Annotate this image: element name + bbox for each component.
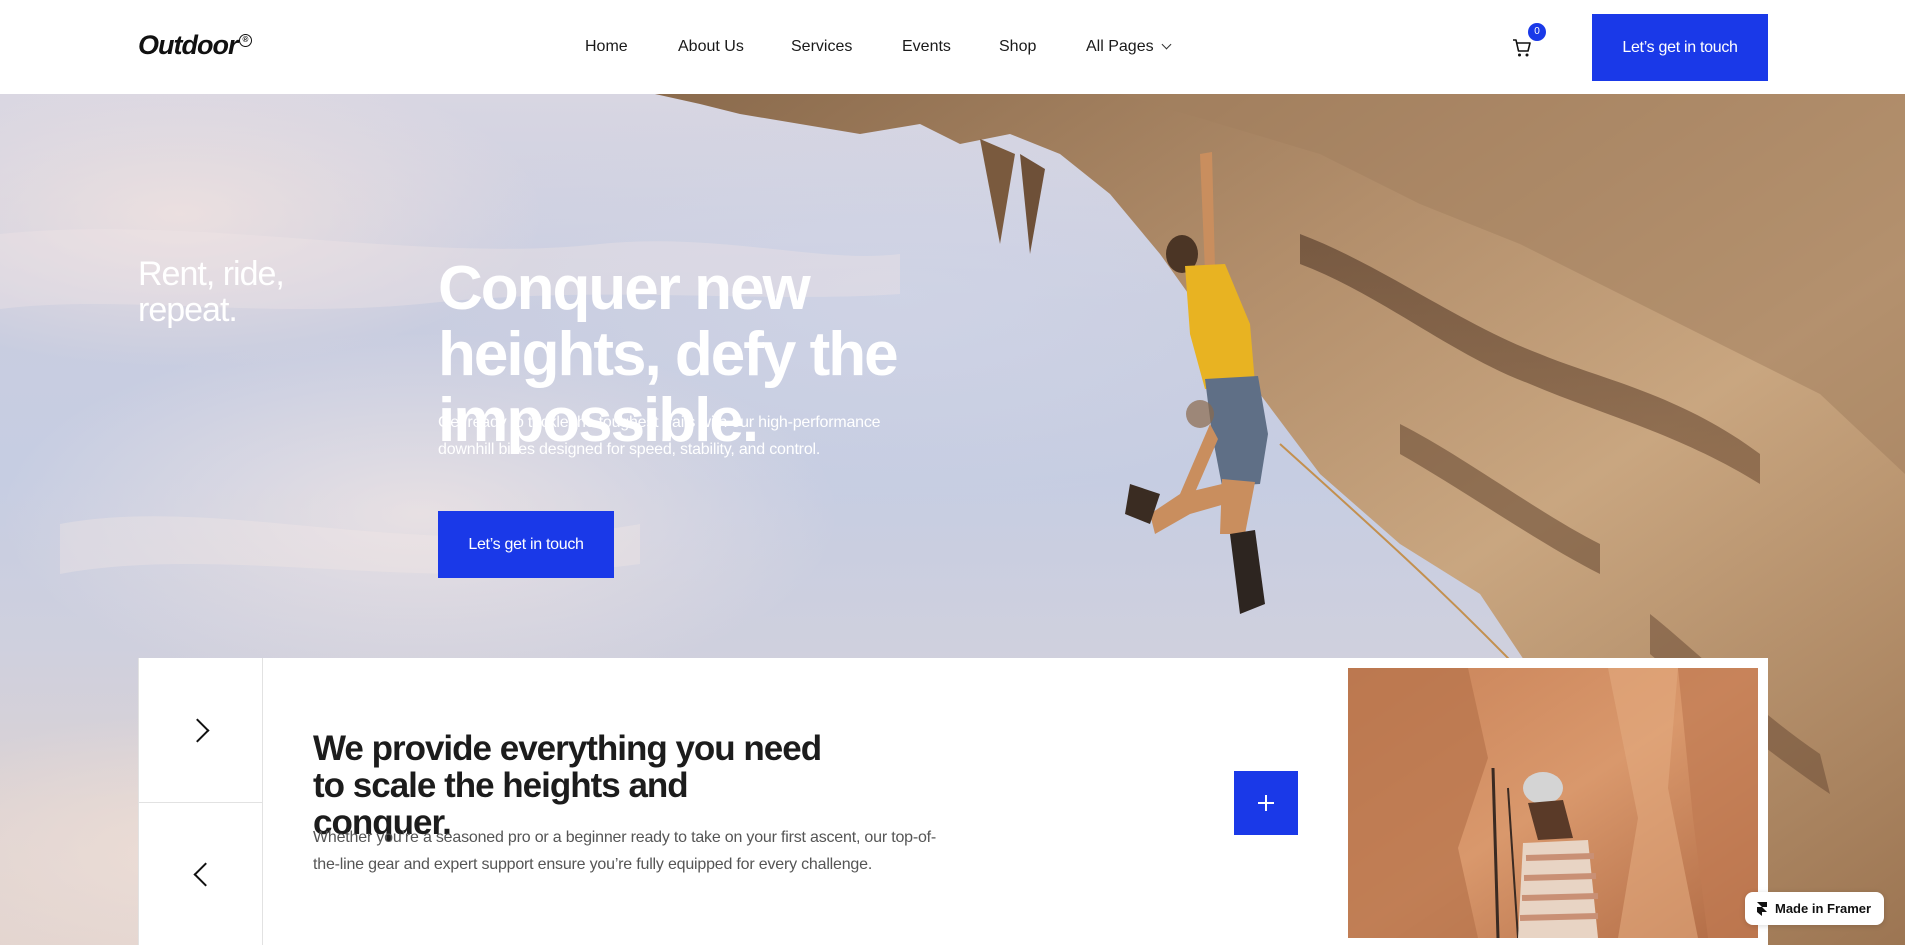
framer-logo-icon <box>1757 901 1767 916</box>
top-navbar: Outdoor ® Home About Us Services Events … <box>0 0 1905 94</box>
registered-mark: ® <box>239 34 252 47</box>
cart-icon[interactable] <box>1512 38 1532 58</box>
framer-badge-label: Made in Framer <box>1775 901 1872 916</box>
chevron-down-icon <box>1161 39 1172 50</box>
nav-item-about-us[interactable]: About Us <box>678 38 744 56</box>
chevron-right-icon <box>184 717 210 743</box>
nav-item-events[interactable]: Events <box>902 38 951 56</box>
slider-controls <box>138 658 263 945</box>
nav-item-all-pages[interactable]: All Pages <box>1086 38 1172 56</box>
feature-description: Whether you’re a seasoned pro or a begin… <box>313 829 937 873</box>
feature-climber-image <box>1348 668 1758 938</box>
plus-icon[interactable] <box>1234 771 1298 835</box>
chevron-left-icon <box>192 861 218 887</box>
feature-card: We provide everything you need to scale … <box>138 658 1768 945</box>
nav-item-services[interactable]: Services <box>791 38 852 56</box>
made-in-framer-badge[interactable]: Made in Framer <box>1745 892 1884 925</box>
previous-slide-button[interactable] <box>139 803 263 945</box>
hero-tagline: Rent, ride, repeat. <box>138 255 285 329</box>
hero-contact-button[interactable]: Let’s get in touch <box>438 511 614 578</box>
next-slide-button[interactable] <box>139 658 263 803</box>
nav-item-shop[interactable]: Shop <box>999 38 1036 56</box>
hero-subtext: Get ready to tackle the toughest trails … <box>438 414 881 458</box>
nav-item-home[interactable]: Home <box>585 38 628 56</box>
nav-item-all-pages-label: All Pages <box>1086 38 1154 55</box>
nav-contact-button[interactable]: Let’s get in touch <box>1592 14 1768 81</box>
cart-count-badge: 0 <box>1528 23 1546 41</box>
brand-logo[interactable]: Outdoor <box>138 30 238 61</box>
